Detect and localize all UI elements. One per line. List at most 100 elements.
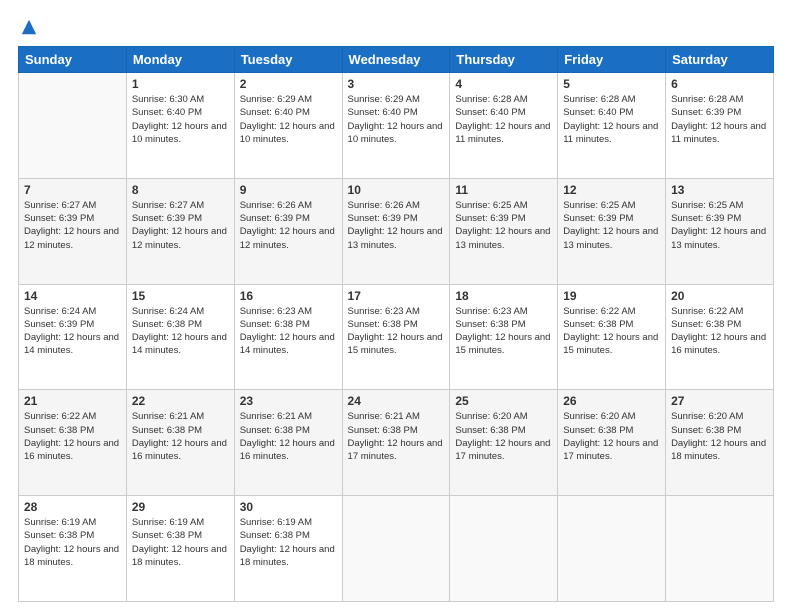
day-number: 14 <box>24 289 121 303</box>
calendar-cell: 2Sunrise: 6:29 AMSunset: 6:40 PMDaylight… <box>234 73 342 179</box>
calendar-cell <box>666 496 774 602</box>
day-info: Sunrise: 6:20 AMSunset: 6:38 PMDaylight:… <box>671 410 768 463</box>
calendar-cell: 5 Sunrise: 6:28 AMSunset: 6:40 PMDaylight… <box>558 73 666 179</box>
day-info: Sunrise: 6:22 AMSunset: 6:38 PMDaylight:… <box>671 305 768 358</box>
day-number: 4 <box>455 77 552 91</box>
day-info: Sunrise: 6:30 AMSunset: 6:40 PMDaylight:… <box>132 93 229 146</box>
calendar-cell: 15 Sunrise: 6:24 AMSunset: 6:38 PMDayligh… <box>126 284 234 390</box>
calendar-cell: 27 Sunrise: 6:20 AMSunset: 6:38 PMDayligh… <box>666 390 774 496</box>
calendar-header-wednesday: Wednesday <box>342 47 450 73</box>
day-info: Sunrise: 6:23 AMSunset: 6:38 PMDaylight:… <box>240 305 337 358</box>
calendar-cell: 20 Sunrise: 6:22 AMSunset: 6:38 PMDayligh… <box>666 284 774 390</box>
calendar-cell <box>342 496 450 602</box>
day-number: 6 <box>671 77 768 91</box>
day-number: 29 <box>132 500 229 514</box>
day-info: Sunrise: 6:25 AMSunset: 6:39 PMDaylight:… <box>563 199 660 252</box>
day-info: Sunrise: 6:20 AMSunset: 6:38 PMDaylight:… <box>563 410 660 463</box>
calendar-header-monday: Monday <box>126 47 234 73</box>
calendar-week-row: 1 Sunrise: 6:30 AMSunset: 6:40 PMDaylight… <box>19 73 774 179</box>
day-number: 12 <box>563 183 660 197</box>
calendar-cell: 6 Sunrise: 6:28 AMSunset: 6:39 PMDaylight… <box>666 73 774 179</box>
logo-icon <box>20 18 38 36</box>
day-number: 7 <box>24 183 121 197</box>
calendar-cell: 11 Sunrise: 6:25 AMSunset: 6:39 PMDayligh… <box>450 178 558 284</box>
day-number: 8 <box>132 183 229 197</box>
calendar-header-thursday: Thursday <box>450 47 558 73</box>
day-info: Sunrise: 6:21 AMSunset: 6:38 PMDaylight:… <box>240 410 337 463</box>
day-info: Sunrise: 6:19 AMSunset: 6:38 PMDaylight:… <box>240 516 337 569</box>
day-number: 13 <box>671 183 768 197</box>
calendar-week-row: 7 Sunrise: 6:27 AMSunset: 6:39 PMDaylight… <box>19 178 774 284</box>
calendar-cell: 1 Sunrise: 6:30 AMSunset: 6:40 PMDaylight… <box>126 73 234 179</box>
calendar-cell: 19 Sunrise: 6:22 AMSunset: 6:38 PMDayligh… <box>558 284 666 390</box>
day-number: 9 <box>240 183 337 197</box>
day-number: 11 <box>455 183 552 197</box>
day-number: 3 <box>348 77 445 91</box>
day-number: 25 <box>455 394 552 408</box>
calendar-cell: 22Sunrise: 6:21 AMSunset: 6:38 PMDayligh… <box>126 390 234 496</box>
day-number: 30 <box>240 500 337 514</box>
calendar-table: SundayMondayTuesdayWednesdayThursdayFrid… <box>18 46 774 602</box>
day-info: Sunrise: 6:27 AMSunset: 6:39 PMDaylight:… <box>132 199 229 252</box>
day-info: Sunrise: 6:29 AMSunset: 6:40 PMDaylight:… <box>240 93 337 146</box>
day-number: 10 <box>348 183 445 197</box>
calendar-header-tuesday: Tuesday <box>234 47 342 73</box>
calendar-header-row: SundayMondayTuesdayWednesdayThursdayFrid… <box>19 47 774 73</box>
day-info: Sunrise: 6:28 AMSunset: 6:40 PMDaylight:… <box>455 93 552 146</box>
day-info: Sunrise: 6:25 AMSunset: 6:39 PMDaylight:… <box>671 199 768 252</box>
day-number: 1 <box>132 77 229 91</box>
day-number: 16 <box>240 289 337 303</box>
day-info: Sunrise: 6:25 AMSunset: 6:39 PMDaylight:… <box>455 199 552 252</box>
day-info: Sunrise: 6:21 AMSunset: 6:38 PMDaylight:… <box>348 410 445 463</box>
day-number: 23 <box>240 394 337 408</box>
calendar-cell: 3 Sunrise: 6:29 AMSunset: 6:40 PMDaylight… <box>342 73 450 179</box>
day-number: 19 <box>563 289 660 303</box>
day-number: 21 <box>24 394 121 408</box>
day-number: 15 <box>132 289 229 303</box>
day-number: 28 <box>24 500 121 514</box>
calendar-cell: 18 Sunrise: 6:23 AMSunset: 6:38 PMDayligh… <box>450 284 558 390</box>
day-info: Sunrise: 6:29 AMSunset: 6:40 PMDaylight:… <box>348 93 445 146</box>
calendar-cell: 30 Sunrise: 6:19 AMSunset: 6:38 PMDayligh… <box>234 496 342 602</box>
day-info: Sunrise: 6:24 AMSunset: 6:38 PMDaylight:… <box>132 305 229 358</box>
calendar-cell: 29 Sunrise: 6:19 AMSunset: 6:38 PMDayligh… <box>126 496 234 602</box>
day-number: 27 <box>671 394 768 408</box>
page: SundayMondayTuesdayWednesdayThursdayFrid… <box>0 0 792 612</box>
day-info: Sunrise: 6:26 AMSunset: 6:39 PMDaylight:… <box>348 199 445 252</box>
day-info: Sunrise: 6:19 AMSunset: 6:38 PMDaylight:… <box>24 516 121 569</box>
calendar-week-row: 14 Sunrise: 6:24 AMSunset: 6:39 PMDayligh… <box>19 284 774 390</box>
day-info: Sunrise: 6:22 AMSunset: 6:38 PMDaylight:… <box>563 305 660 358</box>
day-info: Sunrise: 6:28 AMSunset: 6:40 PMDaylight:… <box>563 93 660 146</box>
calendar-cell: 7 Sunrise: 6:27 AMSunset: 6:39 PMDaylight… <box>19 178 127 284</box>
day-number: 5 <box>563 77 660 91</box>
calendar-week-row: 28 Sunrise: 6:19 AMSunset: 6:38 PMDayligh… <box>19 496 774 602</box>
day-info: Sunrise: 6:22 AMSunset: 6:38 PMDaylight:… <box>24 410 121 463</box>
day-info: Sunrise: 6:28 AMSunset: 6:39 PMDaylight:… <box>671 93 768 146</box>
day-info: Sunrise: 6:24 AMSunset: 6:39 PMDaylight:… <box>24 305 121 358</box>
calendar-week-row: 21 Sunrise: 6:22 AMSunset: 6:38 PMDayligh… <box>19 390 774 496</box>
day-number: 18 <box>455 289 552 303</box>
day-number: 20 <box>671 289 768 303</box>
day-info: Sunrise: 6:23 AMSunset: 6:38 PMDaylight:… <box>348 305 445 358</box>
calendar-header-sunday: Sunday <box>19 47 127 73</box>
calendar-cell: 23 Sunrise: 6:21 AMSunset: 6:38 PMDayligh… <box>234 390 342 496</box>
calendar-cell: 28 Sunrise: 6:19 AMSunset: 6:38 PMDayligh… <box>19 496 127 602</box>
calendar-cell: 8 Sunrise: 6:27 AMSunset: 6:39 PMDaylight… <box>126 178 234 284</box>
calendar-cell: 14 Sunrise: 6:24 AMSunset: 6:39 PMDayligh… <box>19 284 127 390</box>
day-number: 26 <box>563 394 660 408</box>
day-info: Sunrise: 6:23 AMSunset: 6:38 PMDaylight:… <box>455 305 552 358</box>
calendar-cell: 25Sunrise: 6:20 AMSunset: 6:38 PMDayligh… <box>450 390 558 496</box>
logo <box>18 18 38 36</box>
calendar-cell: 21 Sunrise: 6:22 AMSunset: 6:38 PMDayligh… <box>19 390 127 496</box>
calendar-cell <box>450 496 558 602</box>
calendar-cell: 13 Sunrise: 6:25 AMSunset: 6:39 PMDayligh… <box>666 178 774 284</box>
day-info: Sunrise: 6:19 AMSunset: 6:38 PMDaylight:… <box>132 516 229 569</box>
calendar-cell: 10 Sunrise: 6:26 AMSunset: 6:39 PMDayligh… <box>342 178 450 284</box>
day-info: Sunrise: 6:27 AMSunset: 6:39 PMDaylight:… <box>24 199 121 252</box>
calendar-header-friday: Friday <box>558 47 666 73</box>
calendar-cell: 24 Sunrise: 6:21 AMSunset: 6:38 PMDayligh… <box>342 390 450 496</box>
calendar-cell: 17Sunrise: 6:23 AMSunset: 6:38 PMDayligh… <box>342 284 450 390</box>
day-info: Sunrise: 6:26 AMSunset: 6:39 PMDaylight:… <box>240 199 337 252</box>
day-number: 24 <box>348 394 445 408</box>
calendar-cell: 9 Sunrise: 6:26 AMSunset: 6:39 PMDaylight… <box>234 178 342 284</box>
